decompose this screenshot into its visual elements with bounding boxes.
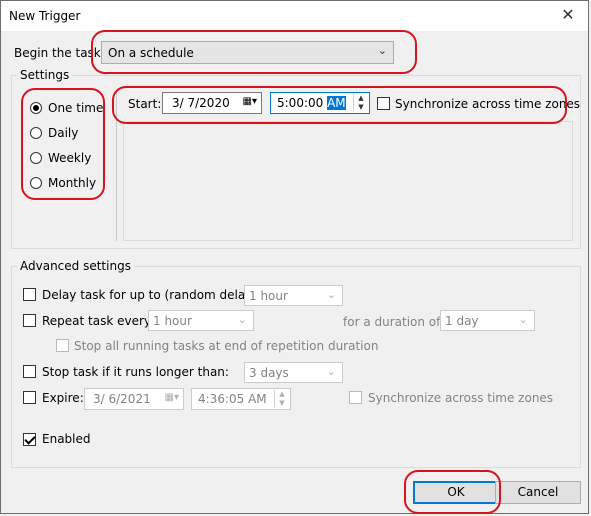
sync-time-zones-label: Synchronize across time zones xyxy=(395,97,581,111)
chevron-down-icon: ⌄ xyxy=(326,365,336,378)
start-date-picker[interactable]: 3/ 7/2020 ▦▾ xyxy=(162,92,262,114)
title-bar: New Trigger ✕ xyxy=(1,1,588,31)
sync-time-zones-checkbox[interactable] xyxy=(377,97,390,110)
ok-button[interactable]: OK xyxy=(413,481,499,504)
begin-task-value: On a schedule xyxy=(108,46,194,60)
expire-label: Expire: xyxy=(42,391,84,405)
repeat-task-dropdown[interactable]: 1 hour ⌄ xyxy=(148,310,254,331)
chevron-down-icon: ⌄ xyxy=(326,288,336,301)
begin-task-dropdown[interactable]: On a schedule ⌄ xyxy=(101,41,394,64)
settings-divider xyxy=(116,93,117,241)
delay-task-checkbox[interactable] xyxy=(23,288,36,301)
radio-one-time[interactable] xyxy=(30,102,42,114)
duration-value: 1 day xyxy=(445,314,479,328)
radio-one-time-label: One time xyxy=(48,101,104,115)
advanced-settings-title: Advanced settings xyxy=(17,259,134,273)
expire-time-field[interactable]: 4:36:05 AM ▲ ▼ xyxy=(191,388,291,410)
start-date-value: 3/ 7/2020 xyxy=(172,96,230,110)
enabled-label: Enabled xyxy=(42,432,91,446)
expire-sync-label: Synchronize across time zones xyxy=(368,391,554,405)
stop-all-tasks-checkbox[interactable] xyxy=(56,339,69,352)
radio-monthly[interactable] xyxy=(30,177,42,189)
chevron-down-icon: ⌄ xyxy=(237,313,247,326)
close-icon[interactable]: ✕ xyxy=(558,5,578,24)
enabled-checkbox[interactable] xyxy=(23,433,36,446)
stop-all-tasks-label: Stop all running tasks at end of repetit… xyxy=(74,339,379,353)
calendar-dropdown-icon[interactable]: ▦▾ xyxy=(243,96,257,107)
delay-task-value: 1 hour xyxy=(249,289,288,303)
new-trigger-dialog: New Trigger ✕ Begin the task: On a sched… xyxy=(0,0,589,514)
dialog-title: New Trigger xyxy=(9,9,81,23)
repeat-task-value: 1 hour xyxy=(153,314,192,328)
duration-label: for a duration of: xyxy=(343,315,444,329)
radio-weekly[interactable] xyxy=(30,152,42,164)
delay-task-dropdown[interactable]: 1 hour ⌄ xyxy=(244,285,343,306)
expire-sync-checkbox[interactable] xyxy=(349,391,362,404)
stop-task-dropdown[interactable]: 3 days ⌄ xyxy=(244,362,343,383)
settings-title: Settings xyxy=(17,68,73,82)
chevron-down-icon: ⌄ xyxy=(377,44,387,57)
delay-task-label: Delay task for up to (random delay): xyxy=(42,288,262,302)
start-label: Start: xyxy=(128,97,162,111)
repeat-task-checkbox[interactable] xyxy=(23,314,36,327)
start-time-field[interactable]: 5:00:00 AM ▲ ▼ xyxy=(270,92,370,114)
expire-date-value: 3/ 6/2021 xyxy=(93,392,151,406)
radio-monthly-label: Monthly xyxy=(48,176,97,190)
duration-dropdown[interactable]: 1 day ⌄ xyxy=(440,310,535,331)
radio-daily-label: Daily xyxy=(48,126,79,140)
repeat-task-label: Repeat task every: xyxy=(42,314,155,328)
expire-checkbox[interactable] xyxy=(23,391,36,404)
radio-daily[interactable] xyxy=(30,127,42,139)
time-spinner-icon[interactable]: ▲ ▼ xyxy=(353,94,368,112)
stop-task-checkbox[interactable] xyxy=(23,365,36,378)
start-time-ampm-selected: AM xyxy=(327,96,346,110)
cancel-button[interactable]: Cancel xyxy=(495,481,581,504)
expire-time-value: 4:36:05 AM xyxy=(198,392,267,406)
time-spinner-icon[interactable]: ▲ ▼ xyxy=(274,390,289,408)
radio-weekly-label: Weekly xyxy=(48,151,92,165)
calendar-dropdown-icon[interactable]: ▦▾ xyxy=(165,392,179,403)
chevron-down-icon: ⌄ xyxy=(518,313,528,326)
start-time-value: 5:00:00 AM xyxy=(277,96,346,110)
schedule-panel xyxy=(123,121,573,241)
expire-date-picker[interactable]: 3/ 6/2021 ▦▾ xyxy=(84,388,184,410)
begin-task-label: Begin the task: xyxy=(14,46,105,60)
stop-task-value: 3 days xyxy=(249,366,289,380)
stop-task-label: Stop task if it runs longer than: xyxy=(42,365,229,379)
